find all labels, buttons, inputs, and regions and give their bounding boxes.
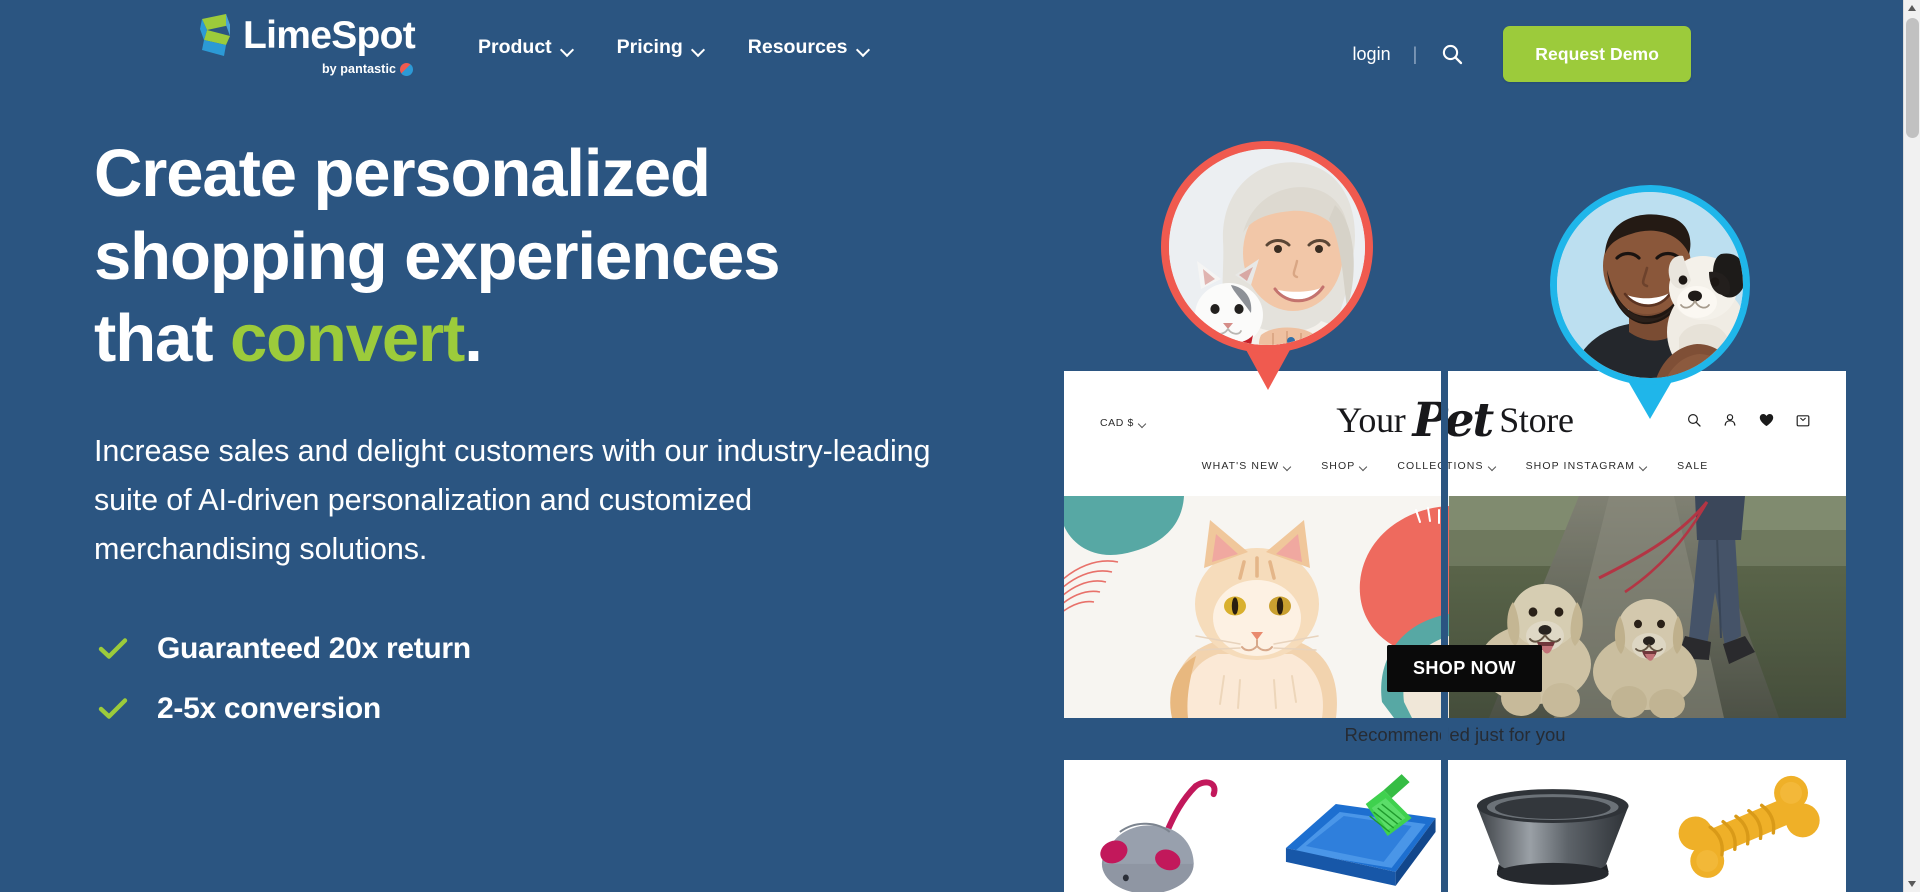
nav-item-resources[interactable]: Resources [748,36,869,59]
product-row [1064,760,1846,892]
check-icon [98,697,130,721]
chevron-down-icon [693,45,704,52]
store-nav-item-sale[interactable]: SALE [1677,460,1708,472]
list-item: 2-5x conversion [94,692,934,726]
nav-label-product: Product [478,36,552,58]
vertical-scrollbar[interactable] [1903,0,1920,892]
avatar-pin-tail [1245,348,1291,390]
avatar [1550,185,1750,385]
header-actions: login | Request Demo [1353,26,1691,82]
brand-logo[interactable]: LimeSpot by pantastic [196,12,416,76]
headline-line-3-pre: that [94,301,230,377]
chevron-down-icon [1489,464,1496,468]
store-nav-item-shop[interactable]: SHOP [1321,460,1367,472]
nav-item-pricing[interactable]: Pricing [617,36,704,59]
store-title-script: Pet [1412,393,1494,448]
scroll-up-arrow-icon[interactable] [1904,0,1920,17]
search-icon[interactable] [1439,41,1465,67]
store-cart-bag-icon[interactable] [1796,413,1810,427]
scroll-down-arrow-icon[interactable] [1904,875,1920,892]
check-icon [98,637,130,661]
brand-name: LimeSpot [243,13,416,57]
chevron-down-icon [1284,464,1291,468]
page-title: Create personalized shopping experiences… [94,133,934,381]
bullet-label-2: 2-5x conversion [157,692,381,726]
nav-item-product[interactable]: Product [478,36,573,59]
product-yellow-bone-toy[interactable] [1650,760,1846,892]
headline-line-2: shopping experiences [94,218,781,294]
site-header: LimeSpot by pantastic Product Pricing Re… [0,0,1903,106]
store-title-part1: Your [1336,400,1406,440]
bullet-label-1: Guaranteed 20x return [157,632,471,666]
nav-label-resources: Resources [747,36,848,58]
scroll-thumb[interactable] [1906,18,1919,138]
headline-line-1: Create personalized [94,136,711,211]
hero-content: Create personalized shopping experiences… [94,133,934,752]
store-mockup: CAD $ Your Pet Store WHAT'S NEW SHOP COL [1064,0,1864,892]
brand-tagline: by pantastic [321,62,397,76]
avatar-man-with-dog [1550,185,1766,433]
hero-bullet-list: Guaranteed 20x return 2-5x conversion [94,632,934,726]
shop-now-button[interactable]: SHOP NOW [1387,645,1542,692]
chevron-down-icon [562,45,573,52]
main-nav: Product Pricing Resources [478,36,869,59]
avatar [1161,141,1373,353]
avatar-woman-with-cat [1161,141,1389,399]
store-nav: WHAT'S NEW SHOP COLLECTIONS SHOP INSTAGR… [1064,460,1846,472]
store-nav-label-0: WHAT'S NEW [1201,460,1280,472]
store-nav-item-shop-instagram[interactable]: SHOP INSTAGRAM [1526,460,1648,472]
nav-label-pricing: Pricing [616,36,683,58]
chevron-down-icon [858,45,869,52]
store-nav-label-4: SALE [1677,460,1709,472]
product-blue-litter-box[interactable] [1259,760,1455,892]
avatar-pin-tail [1628,381,1672,419]
recommendation-heading: Recommended just for you [1344,724,1566,745]
product-gray-toy-mouse[interactable] [1064,760,1260,892]
list-item: Guaranteed 20x return [94,632,934,666]
chevron-down-icon [1640,464,1647,468]
product-metal-pet-bowl[interactable] [1455,760,1651,892]
store-nav-label-1: SHOP [1321,460,1356,472]
page-root: LimeSpot by pantastic Product Pricing Re… [0,0,1920,892]
request-demo-button[interactable]: Request Demo [1503,26,1691,82]
hero-subheadline: Increase sales and delight customers wit… [94,434,931,567]
panel-divider [1441,371,1448,892]
store-nav-label-3: SHOP INSTAGRAM [1525,460,1636,472]
chevron-down-icon [1360,464,1367,468]
headline-accent-word: convert [229,301,465,377]
limespot-logo-icon [196,12,236,58]
login-link[interactable]: login [1353,44,1391,65]
header-separator: | [1412,43,1418,64]
headline-line-3-post: . [464,301,483,377]
store-nav-item-whats-new[interactable]: WHAT'S NEW [1202,460,1292,472]
pantastic-icon [400,62,414,76]
